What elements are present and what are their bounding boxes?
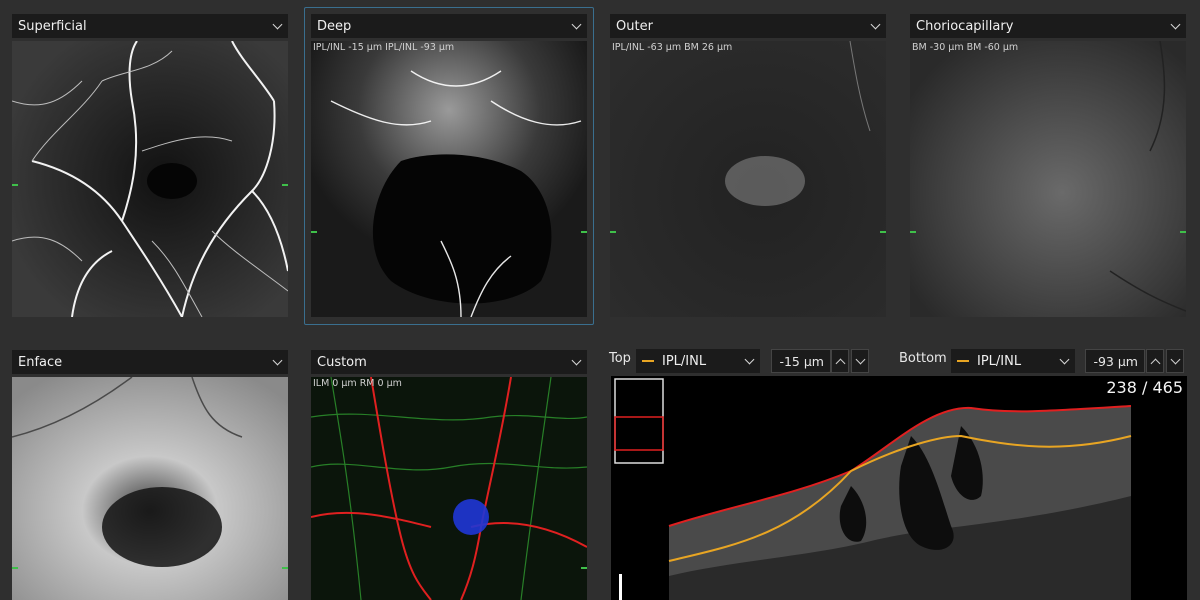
bottom-offset-value: -93 µm <box>1093 353 1138 369</box>
top-offset-value: -15 µm <box>779 353 824 369</box>
chevron-down-icon <box>273 358 282 367</box>
panel-deep[interactable]: Deep IPL/INL -15 µm IPL/INL -93 µm <box>311 14 587 319</box>
projection-dropdown-deep[interactable]: Deep <box>311 14 587 38</box>
projection-dropdown-outer[interactable]: Outer <box>610 14 886 38</box>
projection-dropdown-superficial[interactable]: Superficial <box>12 14 288 38</box>
dropdown-label: Enface <box>18 354 63 370</box>
slab-range-label: ILM 0 µm RM 0 µm <box>313 378 402 389</box>
top-layer-select[interactable]: IPL/INL <box>636 349 760 373</box>
bottom-offset-increment-button[interactable] <box>1146 349 1164 373</box>
chevron-down-icon <box>273 22 282 31</box>
bottom-layer-value: IPL/INL <box>977 353 1022 369</box>
slice-marker-right <box>282 567 288 569</box>
dropdown-label: Superficial <box>18 18 87 34</box>
vessel-graphic <box>610 41 886 317</box>
slab-range-label: IPL/INL -15 µm IPL/INL -93 µm <box>313 42 455 53</box>
slice-marker-right <box>282 184 288 186</box>
angiogram-image-deep[interactable]: IPL/INL -15 µm IPL/INL -93 µm <box>311 41 587 317</box>
top-offset-increment-button[interactable] <box>831 349 849 373</box>
vessel-graphic <box>12 41 288 317</box>
layer-color-swatch <box>642 360 654 362</box>
bscan-viewer[interactable]: 238 / 465 <box>611 376 1187 600</box>
enface-graphic <box>12 377 288 600</box>
bottom-offset-decrement-button[interactable] <box>1166 349 1184 373</box>
projection-dropdown-enface[interactable]: Enface <box>12 350 288 374</box>
slice-marker-left <box>12 184 18 186</box>
bottom-layer-select[interactable]: IPL/INL <box>951 349 1075 373</box>
scale-bar <box>619 574 622 600</box>
top-layer-value: IPL/INL <box>662 353 707 369</box>
bottom-boundary-label: Bottom <box>899 351 947 366</box>
chevron-down-icon <box>1171 22 1180 31</box>
slice-marker-left <box>311 231 317 233</box>
chevron-down-icon <box>871 22 880 31</box>
panel-custom[interactable]: Custom ILM 0 µm RM 0 µm <box>311 350 587 600</box>
chevron-down-icon <box>745 357 754 366</box>
panel-outer[interactable]: Outer IPL/INL -63 µm BM 26 µm <box>610 14 886 319</box>
projection-dropdown-custom[interactable]: Custom <box>311 350 587 374</box>
vessel-graphic <box>311 41 587 317</box>
projection-dropdown-choriocapillary[interactable]: Choriocapillary <box>910 14 1186 38</box>
vessel-graphic <box>910 41 1186 317</box>
composite-graphic <box>311 377 587 600</box>
chevron-down-icon <box>572 358 581 367</box>
panel-choriocapillary[interactable]: Choriocapillary BM -30 µm BM -60 µm <box>910 14 1186 319</box>
panel-enface[interactable]: Enface <box>12 350 288 600</box>
top-offset-input[interactable]: -15 µm <box>771 349 831 373</box>
slice-marker-right <box>1180 231 1186 233</box>
top-offset-decrement-button[interactable] <box>851 349 869 373</box>
slice-marker-left <box>12 567 18 569</box>
slice-counter: 238 / 465 <box>1106 378 1183 397</box>
layer-color-swatch <box>957 360 969 362</box>
bottom-offset-input[interactable]: -93 µm <box>1085 349 1145 373</box>
dropdown-label: Choriocapillary <box>916 18 1014 34</box>
dropdown-label: Outer <box>616 18 653 34</box>
angiogram-image-superficial[interactable] <box>12 41 288 317</box>
composite-angiogram-image[interactable]: ILM 0 µm RM 0 µm <box>311 377 587 600</box>
top-boundary-label: Top <box>609 351 631 366</box>
angiogram-image-choriocapillary[interactable]: BM -30 µm BM -60 µm <box>910 41 1186 317</box>
slice-marker-left <box>910 231 916 233</box>
dropdown-label: Deep <box>317 18 352 34</box>
dropdown-label: Custom <box>317 354 367 370</box>
panel-superficial[interactable]: Superficial <box>12 14 288 319</box>
slice-marker-right <box>880 231 886 233</box>
slab-range-label: IPL/INL -63 µm BM 26 µm <box>612 42 733 53</box>
slice-marker-left <box>610 231 616 233</box>
slab-range-label: BM -30 µm BM -60 µm <box>912 42 1019 53</box>
chevron-down-icon <box>572 22 581 31</box>
chevron-down-icon <box>1060 357 1069 366</box>
slice-marker-right <box>581 567 587 569</box>
angiogram-image-outer[interactable]: IPL/INL -63 µm BM 26 µm <box>610 41 886 317</box>
bscan-graphic <box>611 376 1187 600</box>
slice-marker-right <box>581 231 587 233</box>
enface-image[interactable] <box>12 377 288 600</box>
